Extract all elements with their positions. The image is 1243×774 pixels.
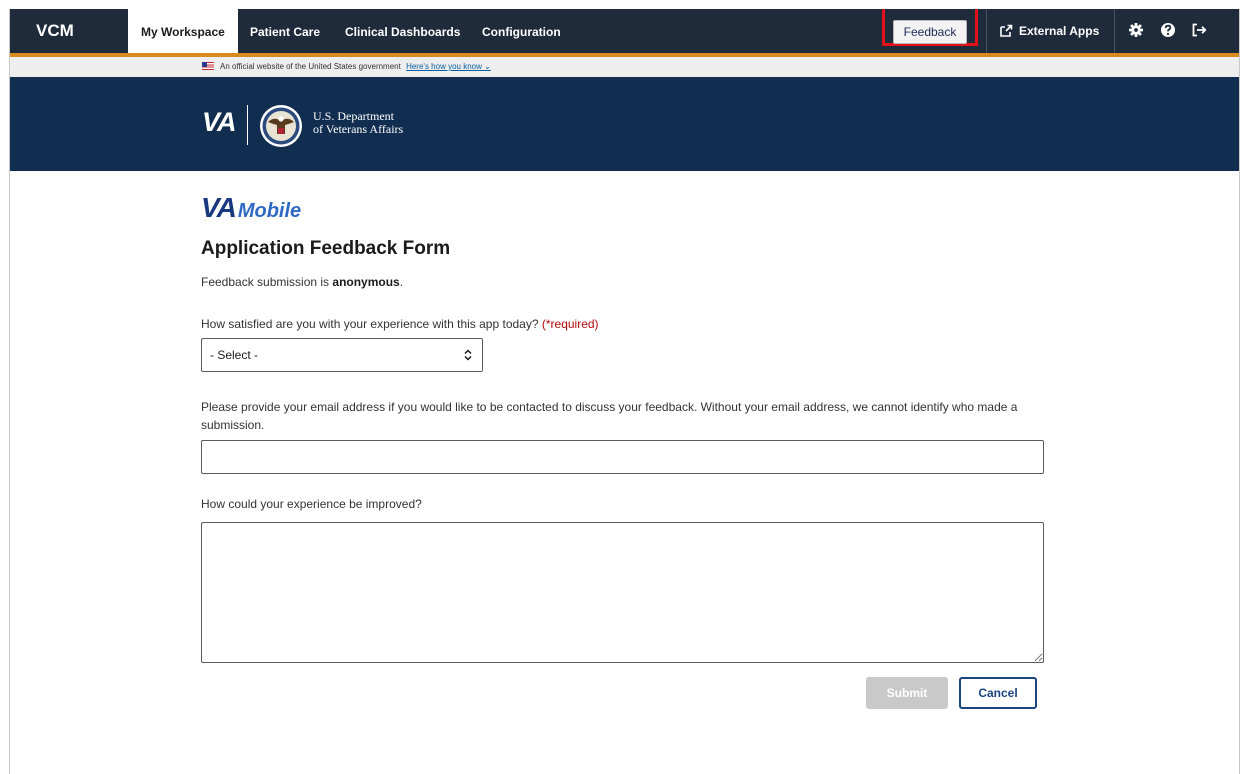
gov-banner-text: An official website of the United States… [220,62,401,71]
email-field[interactable] [201,440,1044,474]
external-apps-label: External Apps [1019,24,1100,38]
va-logo[interactable]: VA [202,107,237,138]
improvement-question: How could your experience be improved? [201,497,422,511]
anon-note-bold: anonymous [332,275,400,289]
va-seal-icon [260,105,302,147]
email-question: Please provide your email address if you… [201,400,1018,432]
tab-my-workspace[interactable]: My Workspace [128,9,238,57]
select-arrows-icon [464,349,472,361]
nav-divider [986,9,987,53]
va-mobile-logo-va: VA [201,192,237,223]
gov-banner: An official website of the United States… [10,57,1239,77]
logout-icon[interactable] [1190,21,1208,39]
cancel-button[interactable]: Cancel [959,677,1037,709]
tab-clinical-dashboards[interactable]: Clinical Dashboards [345,9,460,53]
satisfaction-question: How satisfied are you with your experien… [201,317,599,331]
department-name: U.S. Department of Veterans Affairs [313,110,403,136]
select-value: - Select - [210,348,259,362]
gear-icon[interactable] [1127,21,1145,39]
us-flag-icon [202,62,214,70]
va-mobile-logo: VA Mobile [201,192,301,224]
anonymous-note: Feedback submission is anonymous. [201,275,403,289]
help-icon[interactable] [1159,21,1177,39]
anon-note-suffix: . [399,275,404,289]
feedback-button[interactable]: Feedback [893,20,967,44]
submit-button[interactable]: Submit [866,677,948,709]
external-apps-button[interactable]: External Apps [999,9,1099,53]
header-divider [247,105,248,145]
va-mobile-logo-mobile: Mobile [237,200,302,222]
app-brand[interactable]: VCM [10,9,128,53]
satisfaction-label: How satisfied are you with your experien… [201,317,542,331]
app-window: VCM My Workspace Patient Care Clinical D… [9,9,1240,774]
top-navbar: VCM My Workspace Patient Care Clinical D… [10,9,1239,57]
va-header: VA U.S. Department of Veterans Affairs [10,77,1239,171]
anon-note-prefix: Feedback submission is [201,275,333,289]
tab-patient-care[interactable]: Patient Care [250,9,320,53]
nav-divider [1114,9,1115,53]
required-marker: (*required) [541,317,599,331]
external-link-icon [1000,24,1013,37]
satisfaction-select[interactable]: - Select - [201,338,483,372]
improvement-textarea[interactable] [201,522,1044,663]
heres-how-you-know-link[interactable]: Here's how you know ⌄ [406,62,491,71]
dept-line-2: of Veterans Affairs [313,122,404,136]
tab-configuration[interactable]: Configuration [482,9,561,53]
page-title: Application Feedback Form [201,238,451,259]
chevron-down-icon: ⌄ [484,62,491,71]
